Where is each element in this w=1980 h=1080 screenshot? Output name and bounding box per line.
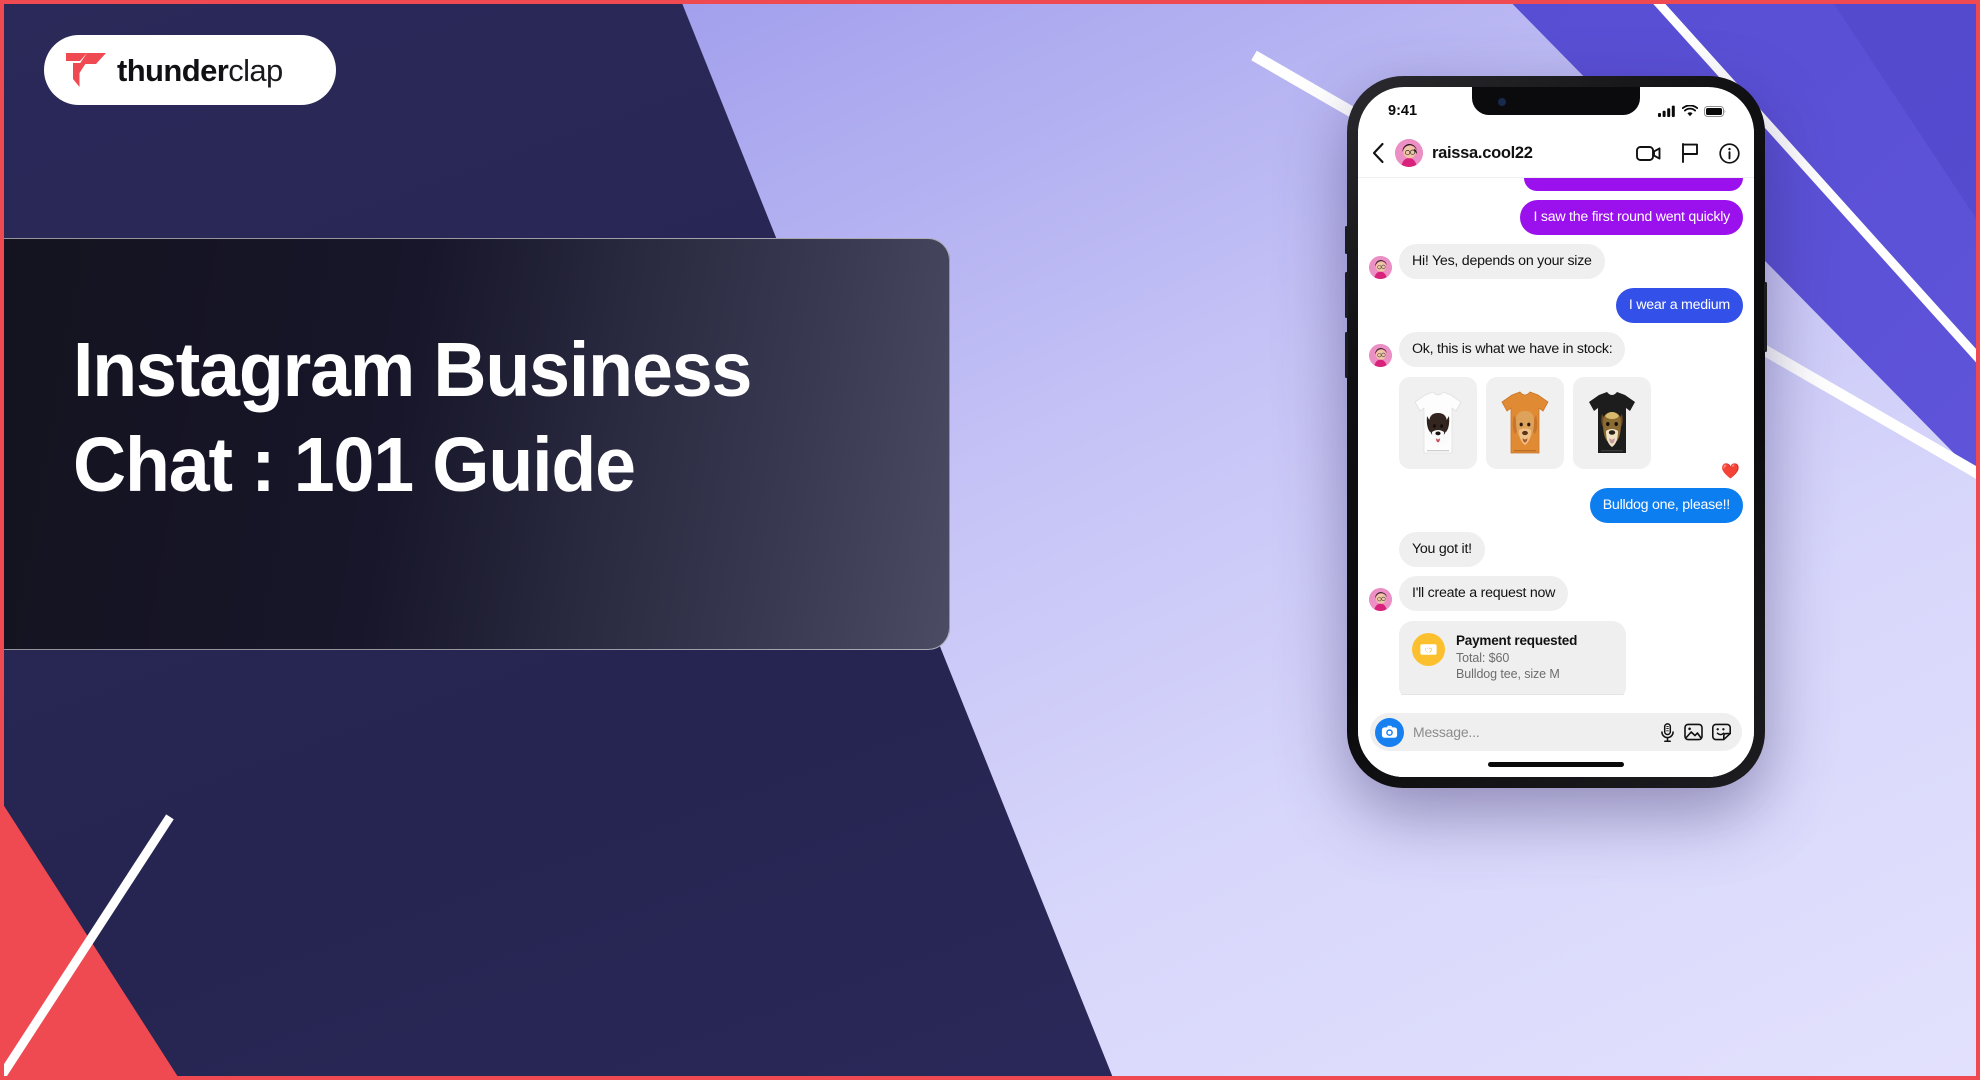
product-carousel[interactable]: ❤️ [1399, 376, 1743, 479]
product-card-bulldog-tee[interactable]: ❤️ [1573, 376, 1740, 479]
payment-card-text: Payment requested Total: $60 Bulldog tee… [1456, 633, 1577, 681]
phone-body: 9:41 raissa.cool22 I saw the first round… [1345, 76, 1767, 788]
home-indicator-area [1370, 751, 1742, 777]
phone-button-volume-up [1345, 272, 1348, 318]
avatar [1369, 587, 1392, 611]
brand-logo[interactable]: thunderclap [44, 35, 336, 105]
home-indicator[interactable] [1488, 761, 1624, 767]
sticker-icon[interactable] [1712, 723, 1731, 741]
image-gallery-icon[interactable] [1684, 723, 1703, 741]
product-card-golden-retriever-tee[interactable] [1486, 376, 1564, 469]
message-bubble-incoming[interactable]: I'll create a request now [1399, 575, 1569, 611]
thunderclap-logo-icon [66, 53, 106, 87]
status-bar-indicators [1658, 105, 1726, 117]
avatar-spacer [1369, 544, 1392, 567]
back-chevron-icon[interactable] [1371, 142, 1386, 164]
message-row: Bulldog one, please!! [1369, 487, 1743, 523]
page-title: Instagram Business Chat : 101 Guide [73, 327, 752, 509]
phone-button-power [1764, 282, 1767, 352]
status-bar-time: 9:41 [1388, 103, 1418, 119]
video-call-icon[interactable] [1636, 145, 1661, 162]
phone-button-mute [1345, 226, 1348, 254]
money-dollar-icon [1412, 632, 1445, 666]
outer-coral-frame: thunderclap Instagram Business Chat : 10… [0, 0, 1980, 1080]
microphone-icon[interactable] [1660, 722, 1675, 742]
message-bubble-clipped [1524, 178, 1743, 191]
phone-button-volume-down [1345, 332, 1348, 378]
cellular-signal-icon [1658, 105, 1675, 117]
phone-mockup: 9:41 raissa.cool22 I saw the first round… [1345, 76, 1767, 788]
info-icon[interactable] [1719, 142, 1740, 164]
product-card-border-collie-tee[interactable] [1399, 376, 1477, 469]
logo-text-bold: thunder [117, 52, 229, 88]
avatar [1369, 343, 1392, 367]
message-bubble-outgoing[interactable]: I wear a medium [1615, 287, 1743, 323]
wifi-icon [1682, 105, 1698, 117]
poster-canvas: thunderclap Instagram Business Chat : 10… [4, 4, 1976, 1076]
camera-icon[interactable] [1375, 717, 1404, 747]
payment-card-title: Payment requested [1456, 632, 1578, 648]
status-bar: 9:41 [1358, 87, 1754, 129]
payment-card-detail: Bulldog tee, size M [1456, 666, 1560, 681]
message-input[interactable]: Message... [1413, 724, 1651, 740]
message-row: Ok, this is what we have in stock: [1369, 331, 1743, 367]
flag-icon[interactable] [1681, 143, 1699, 163]
payment-card-body: Payment requested Total: $60 Bulldog tee… [1399, 621, 1626, 694]
contact-avatar[interactable] [1395, 139, 1423, 167]
message-row: I saw the first round went quickly [1369, 199, 1743, 235]
message-row: I'll create a request now [1369, 575, 1743, 611]
message-bubble-incoming[interactable]: Hi! Yes, depends on your size [1399, 243, 1605, 279]
message-row: I wear a medium [1369, 287, 1743, 323]
chat-message-list[interactable]: I saw the first round went quickly Hi! Y… [1358, 178, 1754, 707]
message-bubble-outgoing[interactable]: I saw the first round went quickly [1520, 199, 1743, 235]
message-composer: Message... [1358, 707, 1754, 777]
chat-header: raissa.cool22 [1358, 129, 1754, 178]
payment-request-card: Payment requested Total: $60 Bulldog tee… [1399, 620, 1626, 701]
message-bubble-outgoing[interactable]: Bulldog one, please!! [1589, 487, 1743, 523]
hero-card: Instagram Business Chat : 101 Guide [4, 238, 950, 650]
message-bubble-incoming[interactable]: Ok, this is what we have in stock: [1399, 331, 1626, 367]
chat-contact-username[interactable]: raissa.cool22 [1432, 144, 1627, 163]
message-row: Hi! Yes, depends on your size [1369, 243, 1743, 279]
composer-bar[interactable]: Message... [1370, 713, 1742, 751]
brand-logo-wordmark: thunderclap [117, 55, 283, 86]
phone-screen: 9:41 raissa.cool22 I saw the first round… [1358, 87, 1754, 777]
pay-button[interactable]: Pay [1399, 693, 1626, 701]
message-bubble-incoming[interactable]: You got it! [1399, 531, 1485, 567]
avatar [1369, 255, 1392, 279]
payment-card-total: Total: $60 [1456, 650, 1510, 665]
logo-text-light: clap [228, 52, 283, 88]
battery-icon [1704, 105, 1726, 117]
message-row: You got it! [1369, 531, 1743, 567]
